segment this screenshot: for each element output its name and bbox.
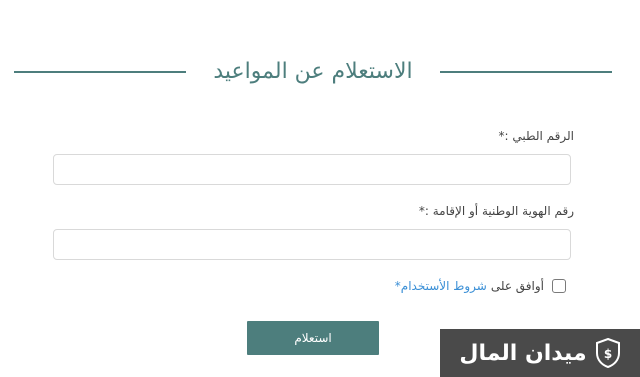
watermark-text: ميدان المال <box>459 340 587 366</box>
terms-agreement: أوافق على شروط الأستخدام* <box>395 277 566 295</box>
inquiry-button[interactable]: استعلام <box>247 321 379 355</box>
terms-agree-text: أوافق على <box>490 279 544 293</box>
terms-of-use-link[interactable]: شروط الأستخدام* <box>395 279 487 293</box>
page-header: الاستعلام عن المواعيد <box>14 56 612 88</box>
title-divider-left <box>14 71 186 73</box>
money-shield-icon: $ <box>595 338 620 368</box>
svg-text:$: $ <box>603 347 611 361</box>
watermark-logo: $ ميدان المال <box>440 329 640 377</box>
title-divider-right <box>440 71 612 73</box>
national-id-label: رقم الهوية الوطنية أو الإقامة :* <box>418 204 574 218</box>
national-id-input[interactable] <box>53 229 571 260</box>
medical-number-input[interactable] <box>53 154 571 185</box>
page-title: الاستعلام عن المواعيد <box>213 59 413 84</box>
medical-number-label: الرقم الطبي :* <box>498 129 574 143</box>
terms-checkbox[interactable] <box>552 279 566 293</box>
